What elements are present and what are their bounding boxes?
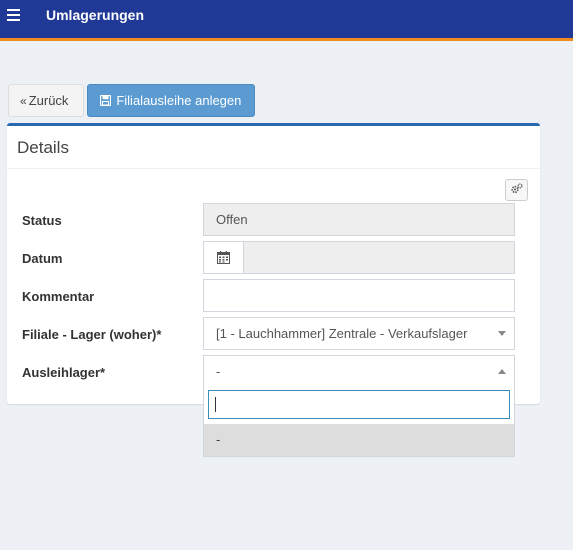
panel-title: Details: [17, 138, 69, 157]
datum-input[interactable]: [243, 241, 515, 274]
ausleihlager-select[interactable]: -: [203, 355, 515, 388]
double-chevron-left-icon: «: [20, 94, 27, 108]
hamburger-menu-icon[interactable]: [7, 9, 20, 21]
back-button[interactable]: «Zurück: [8, 84, 84, 117]
dropdown-option[interactable]: -: [204, 424, 514, 456]
create-loan-button[interactable]: Filialausleihe anlegen: [87, 84, 255, 117]
chevron-up-icon: [498, 369, 506, 374]
top-navbar: Umlagerungen: [0, 0, 573, 41]
filiale-select[interactable]: [1 - Lauchhammer] Zentrale - Verkaufslag…: [203, 317, 515, 350]
settings-button[interactable]: [505, 179, 528, 201]
ausleihlager-selected-value: -: [216, 364, 221, 379]
status-label: Status: [22, 213, 62, 228]
details-panel: Details Status Offen Datum Kommentar Fil…: [7, 123, 540, 404]
back-button-label: Zurück: [28, 93, 69, 108]
status-field: Offen: [203, 203, 515, 236]
text-cursor: [215, 397, 216, 412]
save-icon: [99, 94, 114, 108]
cogs-icon: [510, 183, 523, 196]
kommentar-label: Kommentar: [22, 289, 95, 304]
filiale-selected-value: [1 - Lauchhammer] Zentrale - Verkaufslag…: [216, 326, 468, 341]
datum-calendar-button[interactable]: [203, 241, 244, 274]
ausleihlager-dropdown: -: [203, 385, 515, 457]
ausleihlager-label: Ausleihlager*: [22, 365, 106, 380]
kommentar-input[interactable]: [203, 279, 515, 312]
filiale-label: Filiale - Lager (woher)*: [22, 327, 162, 342]
page-title: Umlagerungen: [46, 7, 145, 23]
dropdown-search-input[interactable]: [208, 390, 510, 419]
create-loan-button-label: Filialausleihe anlegen: [116, 93, 242, 108]
panel-divider: [7, 168, 540, 169]
calendar-icon: [217, 250, 230, 265]
chevron-down-icon: [498, 331, 506, 336]
datum-label: Datum: [22, 251, 63, 266]
